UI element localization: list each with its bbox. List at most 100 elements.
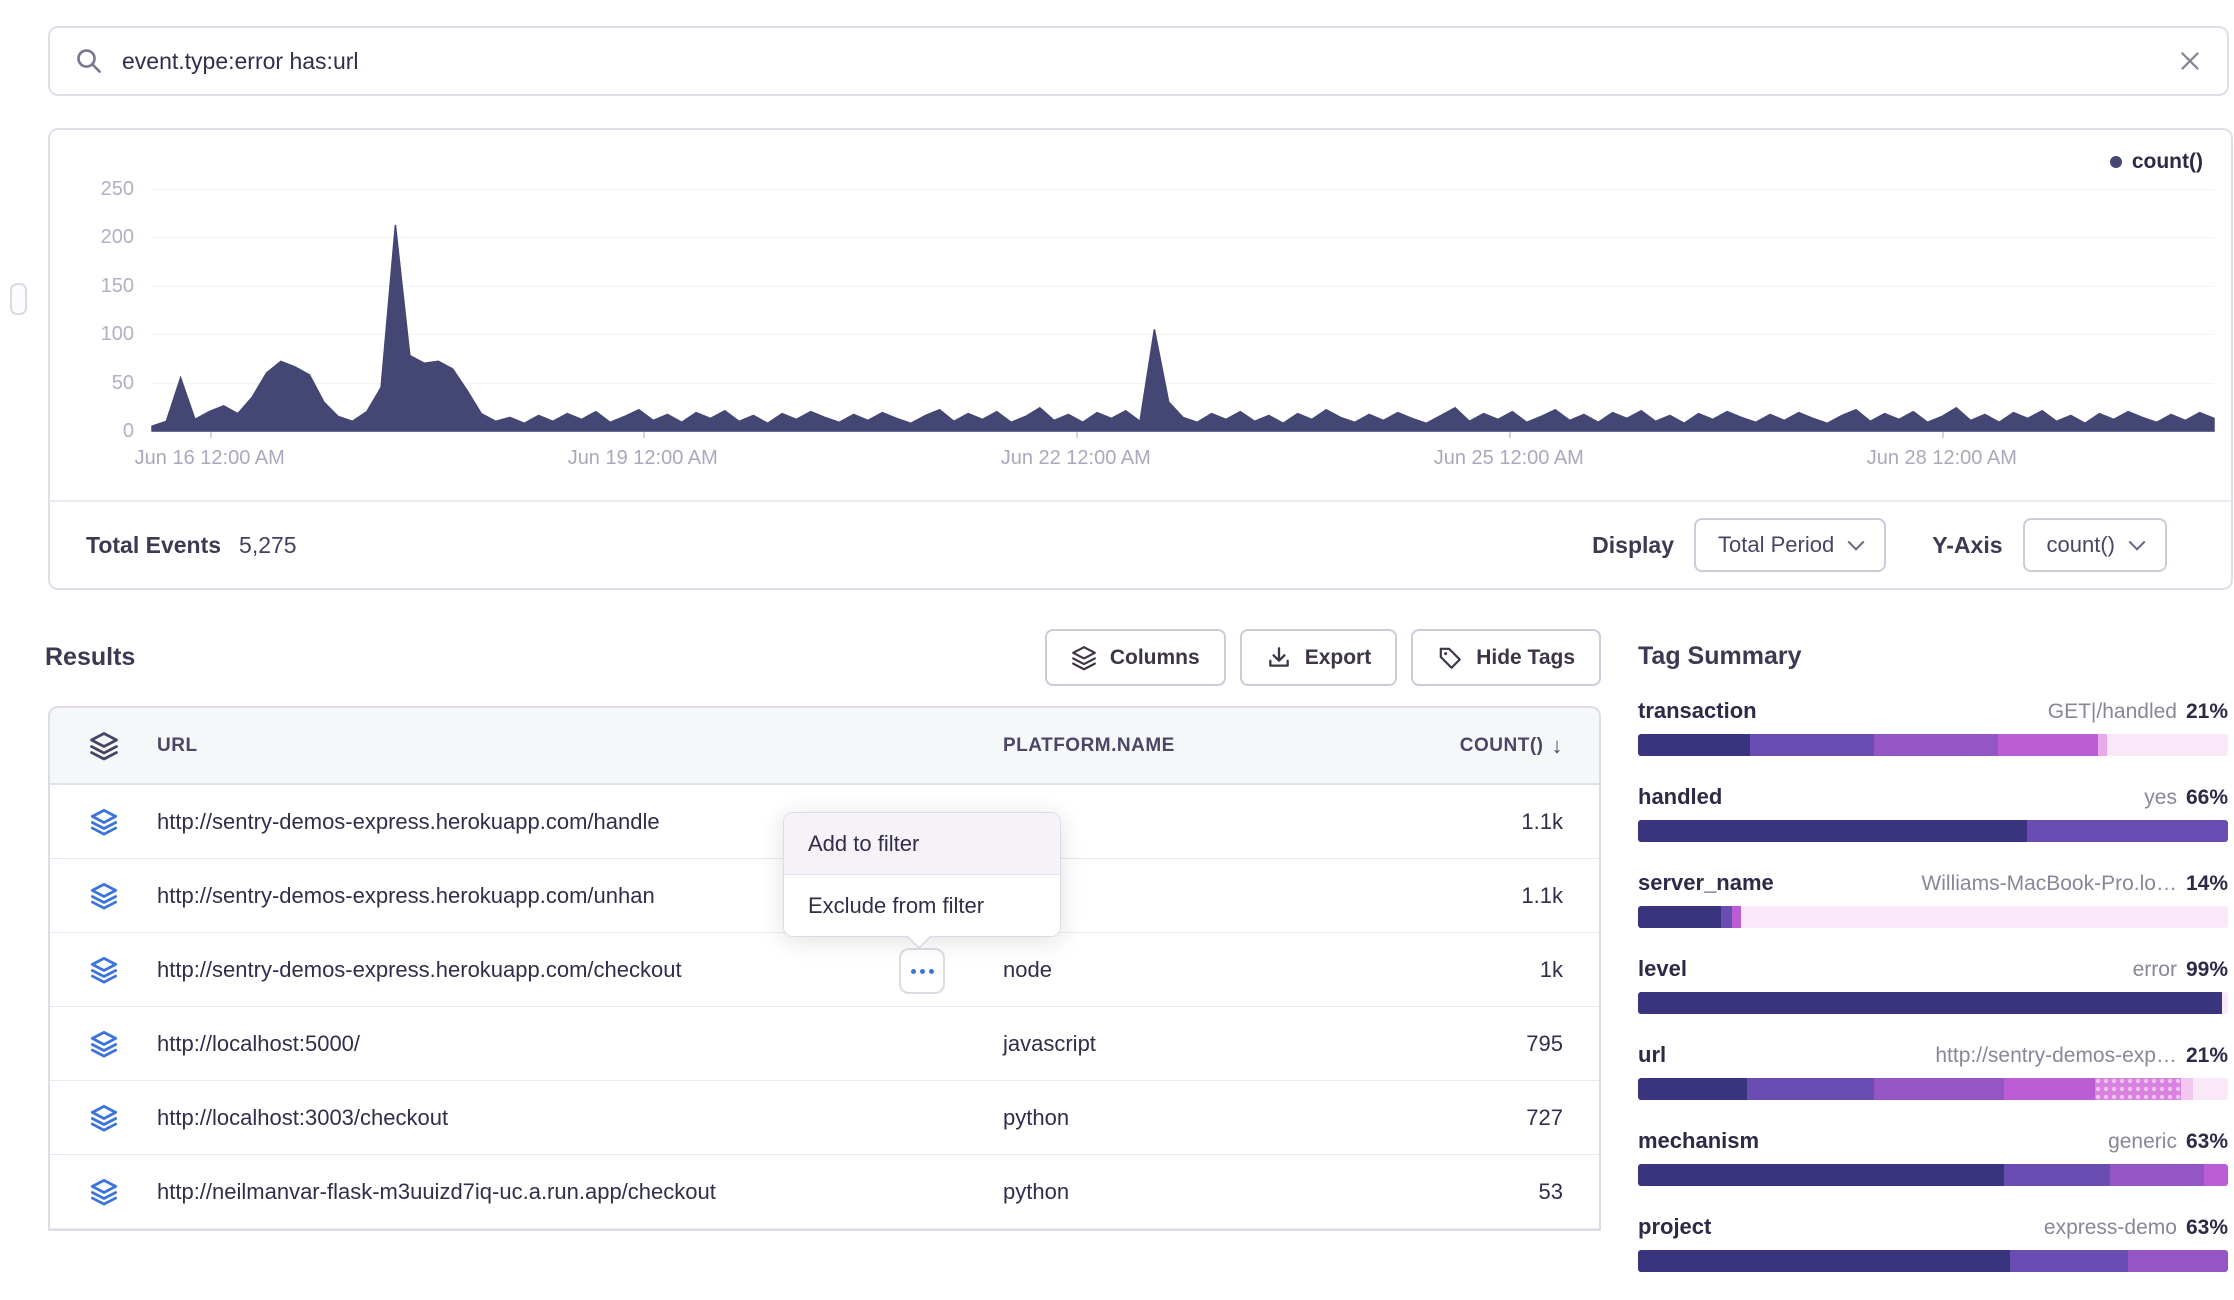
tag-bar-segment[interactable] bbox=[2004, 1164, 2110, 1186]
tag-bar-segment[interactable] bbox=[2128, 1250, 2228, 1272]
row-actions-ellipsis-button[interactable] bbox=[899, 948, 945, 994]
results-header: Results Columns Export Hi bbox=[45, 629, 1601, 686]
tag-bar-segment[interactable] bbox=[2095, 1078, 2181, 1100]
table-row[interactable]: http://localhost:5000/ javascript 795 bbox=[50, 1007, 1599, 1081]
tag-bar-segment[interactable] bbox=[1747, 1078, 1874, 1100]
layers-icon[interactable] bbox=[90, 1104, 118, 1132]
tag-bar-segment[interactable] bbox=[1638, 1078, 1747, 1100]
tag-distribution-bar[interactable] bbox=[1638, 1164, 2228, 1186]
tag-bar-segment[interactable] bbox=[1638, 734, 1750, 756]
tag-bar-segment[interactable] bbox=[2204, 1164, 2228, 1186]
search-icon bbox=[74, 46, 104, 76]
tag-bar-segment[interactable] bbox=[1638, 820, 2027, 842]
x-axis-tick-label: Jun 16 12:00 AM bbox=[90, 447, 330, 470]
tag-bar-segment[interactable] bbox=[1638, 1250, 2010, 1272]
chevron-down-icon bbox=[1848, 534, 1865, 551]
clear-search-button[interactable] bbox=[2177, 48, 2203, 74]
table-row[interactable]: http://sentry-demos-express.herokuapp.co… bbox=[50, 933, 1599, 1007]
layers-icon[interactable] bbox=[90, 882, 118, 910]
tag-bar-segment[interactable] bbox=[2222, 992, 2228, 1014]
column-header-platform[interactable]: PLATFORM.NAME bbox=[1003, 735, 1403, 757]
search-bar[interactable]: event.type:error has:url bbox=[48, 26, 2229, 96]
tag-bar-segment[interactable] bbox=[2098, 734, 2107, 756]
tag-bar-segment[interactable] bbox=[1750, 734, 1874, 756]
tag-top-value: http://sentry-demos-exp… bbox=[1935, 1044, 2177, 1068]
legend-label: count() bbox=[2132, 150, 2203, 174]
tag-distribution-bar[interactable] bbox=[1638, 734, 2228, 756]
results-title: Results bbox=[45, 643, 135, 672]
layers-icon[interactable] bbox=[90, 808, 118, 836]
tag-name: url bbox=[1638, 1042, 1666, 1068]
sidebar-collapse-handle[interactable] bbox=[10, 283, 27, 315]
area-chart[interactable] bbox=[152, 130, 2214, 433]
x-axis-tick-label: Jun 25 12:00 AM bbox=[1389, 447, 1629, 470]
tag-bar-segment[interactable] bbox=[1638, 906, 1721, 928]
tag-bar-segment[interactable] bbox=[1638, 1164, 2004, 1186]
tag-bar-segment[interactable] bbox=[2027, 820, 2228, 842]
tag-row: server_name Williams-MacBook-Pro.lo… 14% bbox=[1638, 870, 2228, 928]
menu-item-exclude-from-filter[interactable]: Exclude from filter bbox=[784, 875, 1060, 936]
tag-bar-segment[interactable] bbox=[1874, 1078, 2004, 1100]
column-header-count[interactable]: COUNT() ↓ bbox=[1403, 733, 1599, 759]
row-url[interactable]: http://localhost:5000/ bbox=[157, 1031, 1003, 1057]
chart-plot[interactable]: 050100150200250Jun 16 12:00 AMJun 19 12:… bbox=[50, 130, 2231, 504]
tag-bar-segment[interactable] bbox=[1638, 992, 2222, 1014]
tag-bar-segment[interactable] bbox=[1741, 906, 2228, 928]
tag-percent: 21% bbox=[2186, 1044, 2228, 1068]
row-url[interactable]: http://localhost:3003/checkout bbox=[157, 1105, 1003, 1131]
tag-bar-segment[interactable] bbox=[2110, 1164, 2204, 1186]
layers-icon[interactable] bbox=[90, 1030, 118, 1058]
columns-button[interactable]: Columns bbox=[1045, 629, 1226, 686]
tag-bar-segment[interactable] bbox=[1732, 906, 1741, 928]
tag-row: handled yes 66% bbox=[1638, 784, 2228, 842]
tag-top-value: express-demo bbox=[2044, 1216, 2177, 1240]
row-count: 727 bbox=[1403, 1105, 1599, 1131]
sort-desc-icon: ↓ bbox=[1552, 733, 1564, 759]
tag-distribution-bar[interactable] bbox=[1638, 820, 2228, 842]
chart-legend[interactable]: count() bbox=[2110, 150, 2203, 174]
search-input[interactable]: event.type:error has:url bbox=[122, 48, 2159, 75]
table-row[interactable]: http://localhost:3003/checkout python 72… bbox=[50, 1081, 1599, 1155]
tag-summary-title: Tag Summary bbox=[1638, 642, 2228, 671]
tag-bar-segment[interactable] bbox=[2010, 1250, 2128, 1272]
layers-icon[interactable] bbox=[90, 956, 118, 984]
hide-tags-button[interactable]: Hide Tags bbox=[1411, 629, 1601, 686]
yaxis-select[interactable]: count() bbox=[2023, 518, 2167, 572]
tag-bar-segment[interactable] bbox=[1721, 906, 1733, 928]
tag-bar-segment[interactable] bbox=[1874, 734, 1998, 756]
tag-bar-segment[interactable] bbox=[1998, 734, 2098, 756]
tag-summary: Tag Summary transaction GET|/handled 21%… bbox=[1638, 642, 2228, 1300]
tag-percent: 66% bbox=[2186, 786, 2228, 810]
row-url[interactable]: http://sentry-demos-express.herokuapp.co… bbox=[157, 957, 1003, 983]
tag-percent: 63% bbox=[2186, 1130, 2228, 1154]
display-label: Display bbox=[1592, 532, 1674, 559]
tag-distribution-bar[interactable] bbox=[1638, 906, 2228, 928]
yaxis-label: Y-Axis bbox=[1932, 532, 2002, 559]
tag-bar-segment[interactable] bbox=[2107, 734, 2228, 756]
results-table: URL PLATFORM.NAME COUNT() ↓ http://sentr… bbox=[48, 706, 1601, 1231]
tag-percent: 99% bbox=[2186, 958, 2228, 982]
display-select[interactable]: Total Period bbox=[1694, 518, 1886, 572]
row-url[interactable]: http://neilmanvar-flask-m3uuizd7iq-uc.a.… bbox=[157, 1179, 1003, 1205]
row-count: 1.1k bbox=[1403, 883, 1599, 909]
cell-actions-menu: Add to filter Exclude from filter bbox=[783, 812, 1061, 937]
tag-distribution-bar[interactable] bbox=[1638, 992, 2228, 1014]
tag-row: project express-demo 63% bbox=[1638, 1214, 2228, 1272]
legend-dot-icon bbox=[2110, 156, 2122, 168]
menu-item-add-to-filter[interactable]: Add to filter bbox=[784, 813, 1060, 875]
tag-distribution-bar[interactable] bbox=[1638, 1078, 2228, 1100]
tag-row: url http://sentry-demos-exp… 21% bbox=[1638, 1042, 2228, 1100]
tag-distribution-bar[interactable] bbox=[1638, 1250, 2228, 1272]
tag-bar-segment[interactable] bbox=[2193, 1078, 2228, 1100]
tag-row: transaction GET|/handled 21% bbox=[1638, 698, 2228, 756]
tag-bar-segment[interactable] bbox=[2004, 1078, 2095, 1100]
tag-top-value: yes bbox=[2144, 786, 2177, 810]
table-row[interactable]: http://neilmanvar-flask-m3uuizd7iq-uc.a.… bbox=[50, 1155, 1599, 1229]
tag-name: project bbox=[1638, 1214, 1711, 1240]
total-events-value: 5,275 bbox=[239, 532, 297, 559]
column-header-url[interactable]: URL bbox=[157, 735, 1003, 757]
tag-name: handled bbox=[1638, 784, 1722, 810]
export-button[interactable]: Export bbox=[1240, 629, 1398, 686]
tag-bar-segment[interactable] bbox=[2181, 1078, 2193, 1100]
layers-icon[interactable] bbox=[90, 1178, 118, 1206]
